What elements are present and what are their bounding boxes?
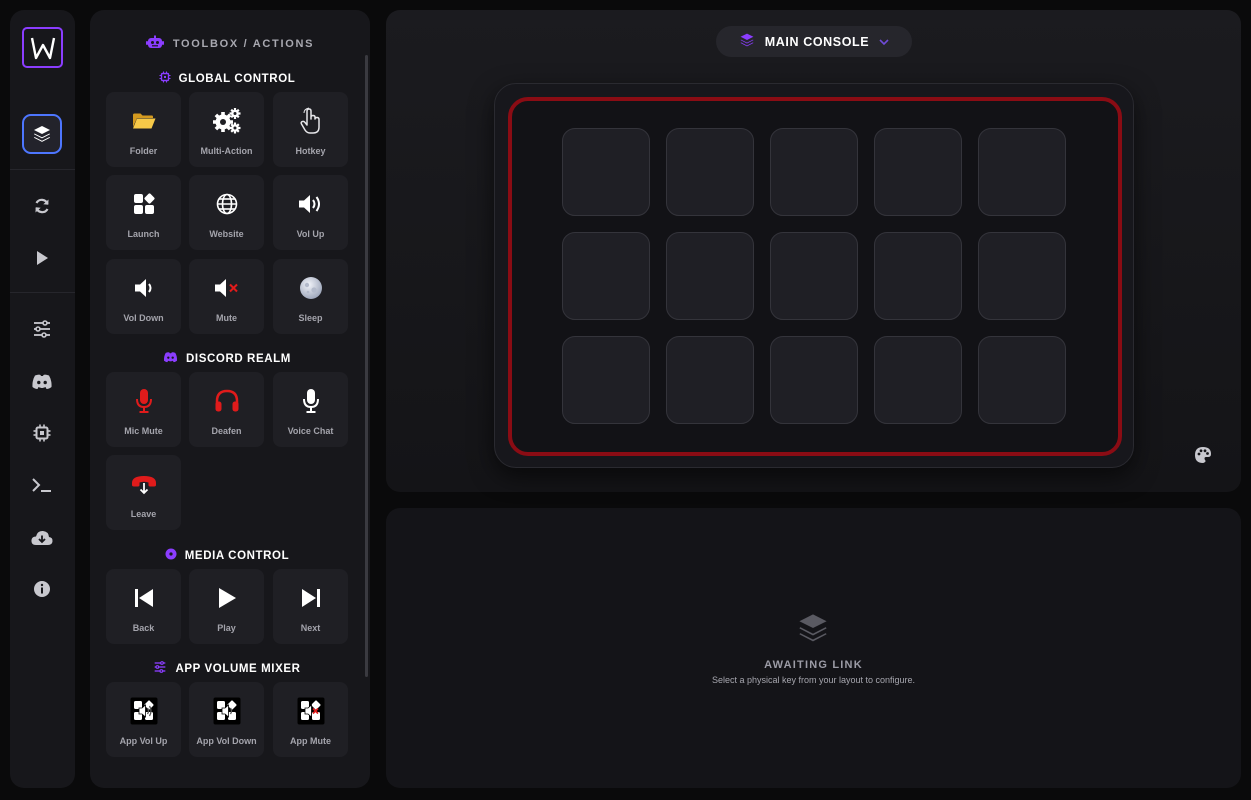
folder-icon bbox=[129, 107, 159, 135]
console-panel: MAIN CONSOLE bbox=[386, 10, 1241, 492]
skip-back-icon bbox=[129, 584, 159, 612]
deck-key[interactable] bbox=[666, 232, 754, 320]
left-rail bbox=[10, 10, 75, 788]
toolbox-header: TOOLBOX / ACTIONS bbox=[90, 35, 370, 52]
deck-key[interactable] bbox=[874, 336, 962, 424]
skip-forward-icon bbox=[296, 584, 326, 612]
deck-key[interactable] bbox=[978, 128, 1066, 216]
action-hotkey[interactable]: Hotkey bbox=[273, 92, 348, 167]
terminal-icon[interactable] bbox=[22, 465, 62, 505]
logo-icon[interactable] bbox=[22, 27, 63, 68]
config-empty-subtitle: Select a physical key from your layout t… bbox=[711, 675, 916, 685]
play-icon[interactable] bbox=[22, 238, 62, 278]
pointer-hand-icon bbox=[296, 107, 326, 135]
section-media-control: MEDIA CONTROL bbox=[106, 548, 348, 563]
cogs-icon bbox=[212, 107, 242, 135]
layers-icon[interactable] bbox=[22, 114, 62, 154]
sliders-icon[interactable] bbox=[22, 309, 62, 349]
moon-icon bbox=[296, 274, 326, 302]
action-vol-down[interactable]: Vol Down bbox=[106, 259, 181, 334]
action-back[interactable]: Back bbox=[106, 569, 181, 644]
action-mic-mute[interactable]: Mic Mute bbox=[106, 372, 181, 447]
microphone-icon bbox=[296, 387, 326, 415]
deck-key[interactable] bbox=[562, 336, 650, 424]
toolbox-panel: TOOLBOX / ACTIONS GLOBAL CONTROL Folder … bbox=[90, 10, 370, 788]
discord-icon[interactable] bbox=[22, 361, 62, 401]
toolbox-scrollbar[interactable] bbox=[365, 55, 368, 677]
deck-key[interactable] bbox=[666, 128, 754, 216]
section-global-control: GLOBAL CONTROL bbox=[106, 71, 348, 86]
volume-down-icon bbox=[129, 274, 159, 302]
deck-key[interactable] bbox=[770, 128, 858, 216]
deck-key[interactable] bbox=[770, 336, 858, 424]
deck-key[interactable] bbox=[562, 232, 650, 320]
profile-selector[interactable]: MAIN CONSOLE bbox=[716, 26, 912, 57]
action-launch[interactable]: Launch bbox=[106, 175, 181, 250]
deck-key[interactable] bbox=[666, 336, 754, 424]
headphones-icon bbox=[212, 387, 242, 415]
section-discord-realm: DISCORD REALM bbox=[106, 351, 348, 366]
sliders-icon bbox=[153, 661, 167, 676]
action-deafen[interactable]: Deafen bbox=[189, 372, 264, 447]
play-icon bbox=[212, 584, 242, 612]
discord-icon bbox=[163, 351, 178, 366]
chevron-down-icon bbox=[879, 35, 889, 49]
cloud-download-icon[interactable] bbox=[22, 517, 62, 557]
sync-icon[interactable] bbox=[22, 186, 62, 226]
config-empty-title: AWAITING LINK bbox=[764, 659, 863, 671]
action-multi-action[interactable]: Multi-Action bbox=[189, 92, 264, 167]
layers-icon bbox=[796, 611, 830, 650]
hangup-icon bbox=[129, 470, 159, 498]
palette-icon[interactable] bbox=[1194, 446, 1212, 469]
globe-icon bbox=[212, 190, 242, 218]
app-mute-icon bbox=[296, 697, 326, 725]
deck-key-area bbox=[508, 97, 1122, 456]
toolbox-title: TOOLBOX / ACTIONS bbox=[172, 37, 315, 50]
volume-mute-icon bbox=[212, 274, 242, 302]
deck-key[interactable] bbox=[770, 232, 858, 320]
apps-grid-icon bbox=[129, 190, 159, 218]
disc-icon bbox=[165, 548, 177, 563]
action-folder[interactable]: Folder bbox=[106, 92, 181, 167]
microphone-icon bbox=[129, 387, 159, 415]
deck-key[interactable] bbox=[874, 232, 962, 320]
action-app-vol-down[interactable]: App Vol Down bbox=[189, 682, 264, 757]
robot-icon bbox=[145, 35, 164, 52]
deck-key[interactable] bbox=[978, 336, 1066, 424]
action-voice-chat[interactable]: Voice Chat bbox=[273, 372, 348, 447]
action-leave[interactable]: Leave bbox=[106, 455, 181, 530]
action-vol-up[interactable]: Vol Up bbox=[273, 175, 348, 250]
config-panel: AWAITING LINK Select a physical key from… bbox=[386, 508, 1241, 788]
deck-key[interactable] bbox=[874, 128, 962, 216]
action-website[interactable]: Website bbox=[189, 175, 264, 250]
action-mute[interactable]: Mute bbox=[189, 259, 264, 334]
deck-key[interactable] bbox=[978, 232, 1066, 320]
action-app-mute[interactable]: App Mute bbox=[273, 682, 348, 757]
action-play[interactable]: Play bbox=[189, 569, 264, 644]
app-volume-down-icon bbox=[212, 697, 242, 725]
action-next[interactable]: Next bbox=[273, 569, 348, 644]
chip-icon[interactable] bbox=[22, 413, 62, 453]
info-icon[interactable] bbox=[22, 569, 62, 609]
app-volume-up-icon bbox=[129, 697, 159, 725]
action-app-vol-up[interactable]: App Vol Up bbox=[106, 682, 181, 757]
profile-name: MAIN CONSOLE bbox=[764, 34, 870, 49]
chip-icon bbox=[159, 71, 171, 86]
section-app-volume-mixer: APP VOLUME MIXER bbox=[106, 661, 348, 676]
layers-icon bbox=[739, 32, 755, 51]
volume-up-icon bbox=[296, 190, 326, 218]
action-sleep[interactable]: Sleep bbox=[273, 259, 348, 334]
stream-deck-device bbox=[494, 83, 1134, 468]
deck-key[interactable] bbox=[562, 128, 650, 216]
